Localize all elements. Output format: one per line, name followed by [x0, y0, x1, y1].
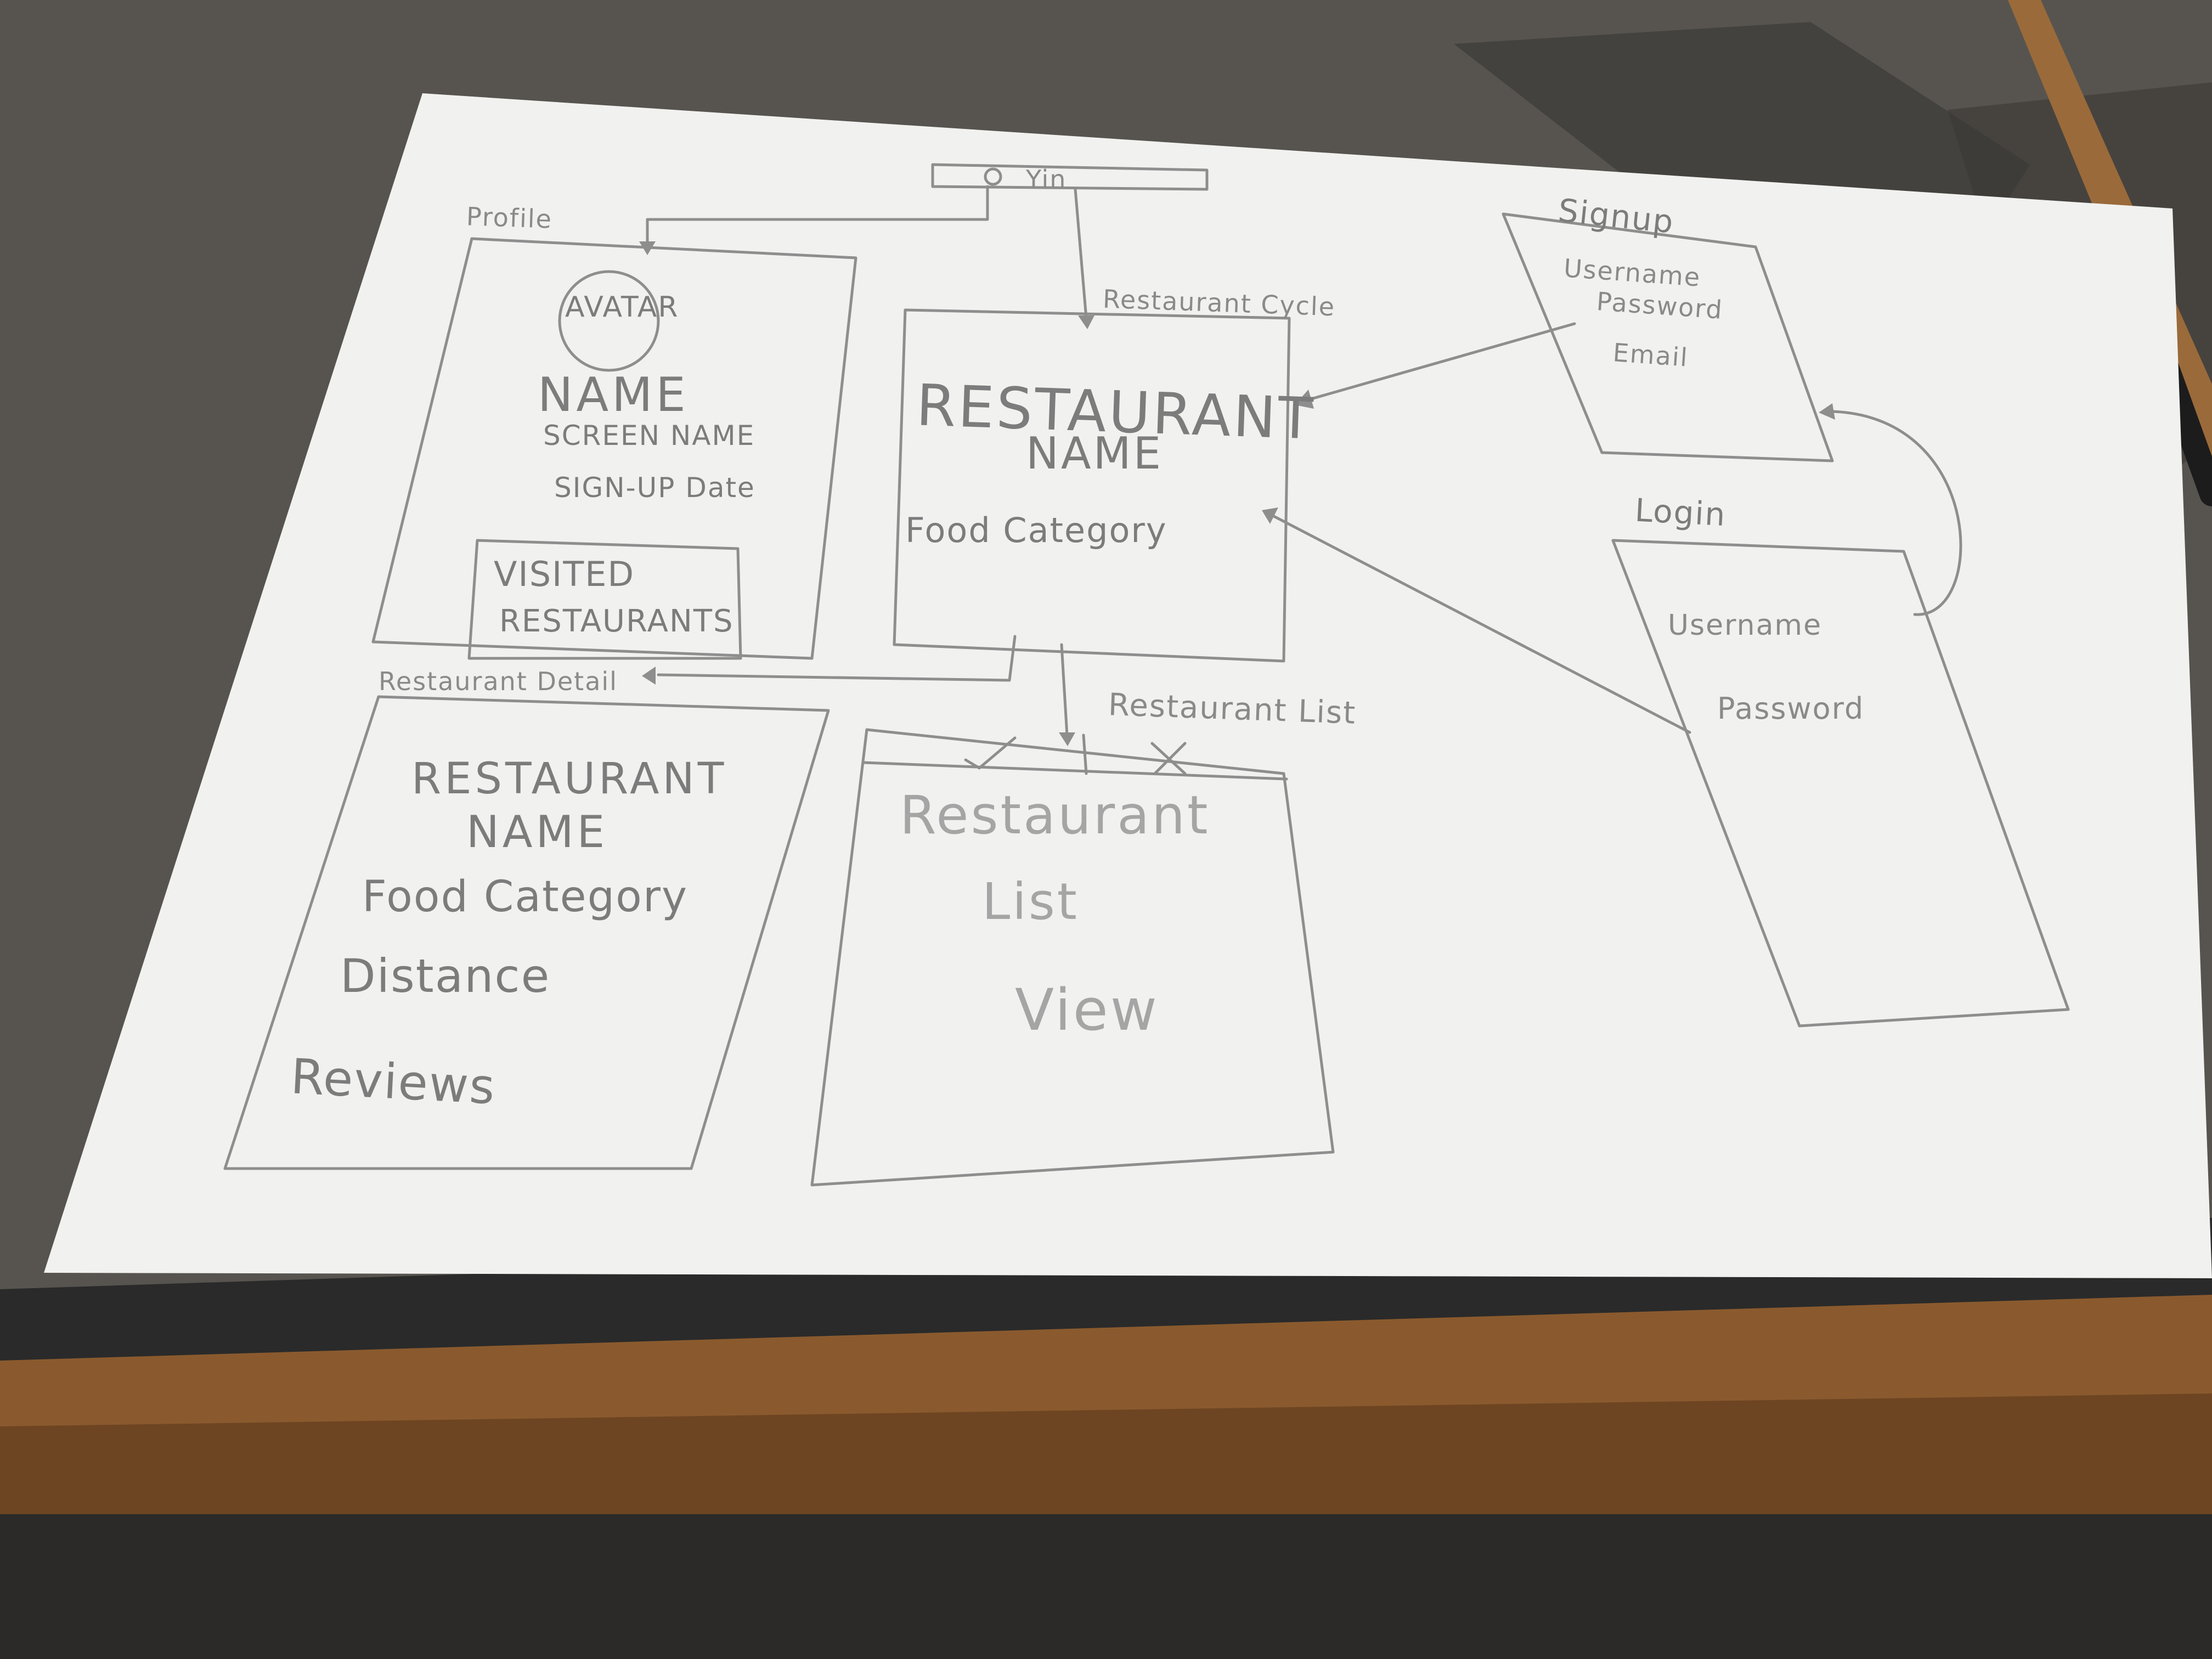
detail-reviews: Reviews [289, 1048, 498, 1115]
detail-food-category: Food Category [362, 872, 689, 922]
cycle-food-category: Food Category [905, 510, 1167, 550]
detail-name-line2: NAME [466, 806, 608, 857]
detail-name-line1: RESTAURANT [411, 754, 727, 804]
login-password: Password [1717, 691, 1865, 726]
visited-line1: VISITED [494, 554, 635, 594]
profile-screen-name: SCREEN NAME [543, 420, 755, 452]
restaurant-detail-title: Restaurant Detail [379, 667, 618, 696]
nav-label: Yin [1026, 165, 1067, 194]
detail-distance: Distance [340, 949, 551, 1003]
cycle-name-line2: NAME [1026, 428, 1164, 479]
profile-signup-date: SIGN-UP Date [554, 472, 755, 504]
login-title: Login [1634, 491, 1728, 534]
list-body-line3: View [1015, 977, 1159, 1043]
signup-email: Email [1612, 337, 1690, 373]
profile-name: NAME [538, 368, 689, 422]
login-username: Username [1668, 609, 1822, 642]
floor-shadow [0, 1514, 2212, 1659]
list-body-line2: List [982, 872, 1079, 931]
profile-title: Profile [466, 201, 553, 234]
avatar-label: AVATAR [565, 291, 679, 324]
list-body-line1: Restaurant [900, 785, 1210, 846]
visited-line2: RESTAURANTS [499, 603, 734, 639]
